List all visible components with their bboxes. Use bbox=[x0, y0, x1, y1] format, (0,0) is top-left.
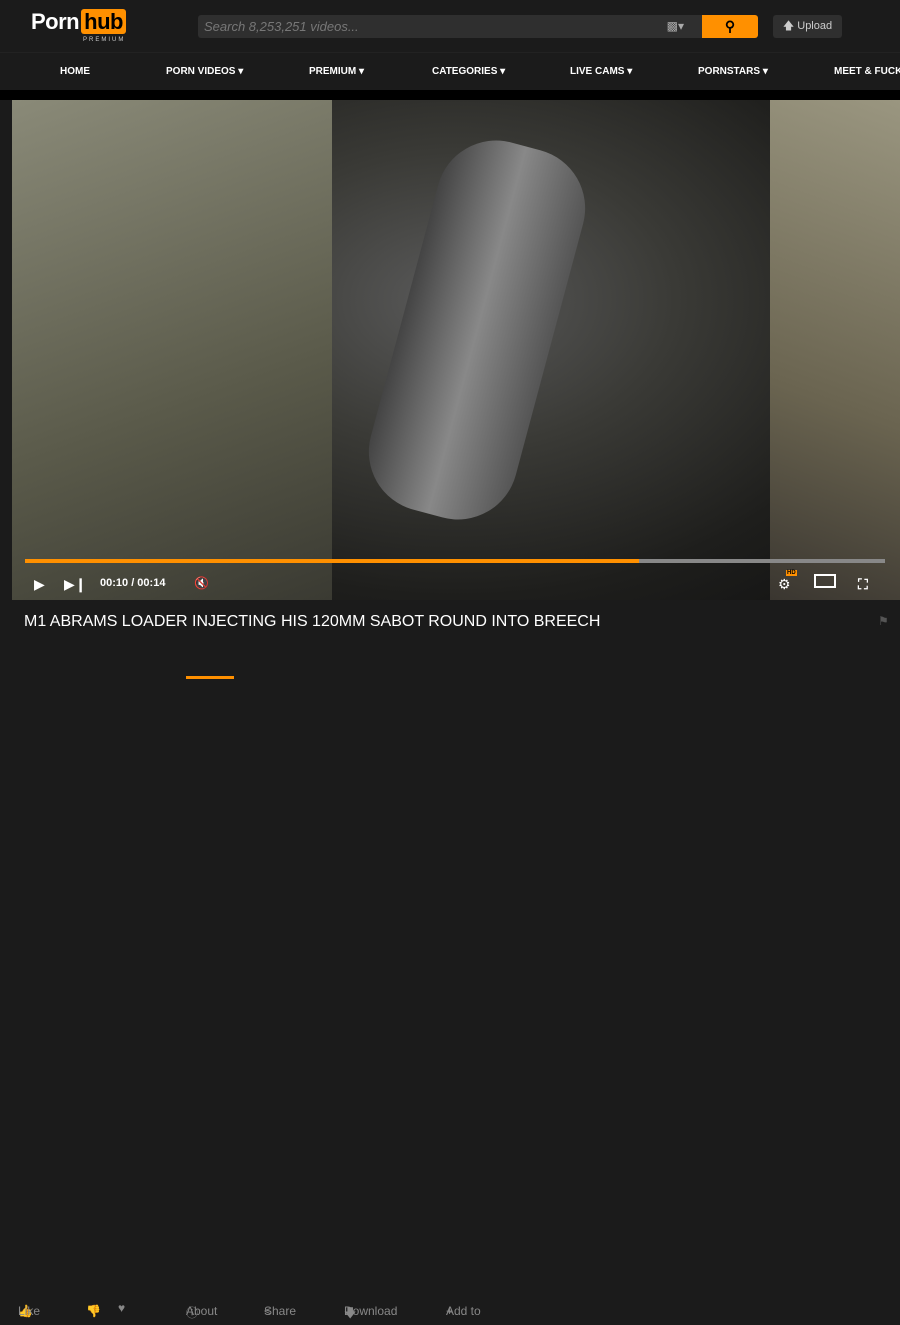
header: Pornhub PREMIUM ▩▾ ⚲ 🡅 Upload bbox=[0, 0, 900, 52]
logo-hub: hub bbox=[81, 9, 126, 34]
video-camera-icon[interactable]: ▩▾ bbox=[667, 19, 684, 33]
mute-icon[interactable]: 🔇 bbox=[194, 576, 209, 590]
settings-icon[interactable]: ⚙ HD bbox=[778, 570, 797, 593]
nav-label: CATEGORIES bbox=[432, 66, 498, 77]
video-player[interactable]: ▶ ▶❙ 00:10 / 00:14 🔇 ⚙ HD ⛶ bbox=[12, 100, 900, 600]
upload-arrow-icon: 🡅 bbox=[782, 20, 795, 32]
nav-label: PORNSTARS bbox=[698, 66, 761, 77]
search-button[interactable]: ⚲ bbox=[702, 15, 758, 38]
share-label: Share bbox=[264, 1304, 297, 1318]
heart-icon: ♥ bbox=[118, 1301, 126, 1315]
play-icon[interactable]: ▶ bbox=[34, 576, 45, 593]
video-frame-center bbox=[355, 127, 599, 533]
divider bbox=[0, 90, 900, 100]
next-icon[interactable]: ▶❙ bbox=[64, 576, 87, 593]
video-title: M1 ABRAMS LOADER INJECTING HIS 120MM SAB… bbox=[24, 613, 601, 630]
video-frame-right bbox=[770, 100, 900, 600]
download-label: Download bbox=[344, 1304, 398, 1318]
flag-icon[interactable]: ⚑ bbox=[878, 614, 889, 628]
nav-pornstars[interactable]: PORNSTARS ▾ bbox=[698, 66, 768, 77]
upload-label: Upload bbox=[797, 20, 833, 32]
nav-live-cams[interactable]: LIVE CAMS ▾ bbox=[570, 66, 632, 77]
active-tab-indicator bbox=[186, 676, 234, 679]
nav-meet[interactable]: MEET & FUCK bbox=[834, 66, 900, 77]
main-nav: HOME PORN VIDEOS ▾ PREMIUM ▾ CATEGORIES … bbox=[0, 52, 900, 90]
like-label: Like bbox=[18, 1304, 41, 1318]
add-to-label: Add to bbox=[446, 1304, 481, 1318]
hd-badge: HD bbox=[786, 570, 797, 576]
upload-button[interactable]: 🡅 Upload bbox=[773, 15, 842, 38]
search-icon: ⚲ bbox=[724, 18, 736, 34]
logo[interactable]: Porn hub PREMIUM bbox=[31, 9, 126, 43]
nav-label: LIVE CAMS bbox=[570, 66, 625, 77]
search-bar: ▩▾ bbox=[198, 15, 702, 38]
progress-fill bbox=[25, 559, 640, 563]
progress-bar[interactable] bbox=[25, 559, 885, 563]
nav-premium[interactable]: PREMIUM ▾ bbox=[309, 66, 364, 77]
logo-text: Porn bbox=[31, 9, 80, 34]
thumbs-down-icon: 👎 bbox=[86, 1304, 101, 1318]
nav-label: PORN VIDEOS bbox=[166, 66, 236, 77]
about-label: About bbox=[186, 1304, 218, 1318]
nav-home[interactable]: HOME bbox=[60, 66, 90, 77]
nav-porn-videos[interactable]: PORN VIDEOS ▾ bbox=[166, 66, 243, 77]
theater-mode-icon[interactable] bbox=[814, 574, 836, 588]
nav-label: PREMIUM bbox=[309, 66, 357, 77]
search-input[interactable] bbox=[198, 15, 638, 38]
fullscreen-icon[interactable]: ⛶ bbox=[858, 576, 868, 593]
video-frame-left bbox=[12, 100, 332, 600]
nav-categories[interactable]: CATEGORIES ▾ bbox=[432, 66, 505, 77]
time-display: 00:10 / 00:14 bbox=[100, 577, 166, 589]
logo-premium: PREMIUM bbox=[83, 37, 126, 43]
